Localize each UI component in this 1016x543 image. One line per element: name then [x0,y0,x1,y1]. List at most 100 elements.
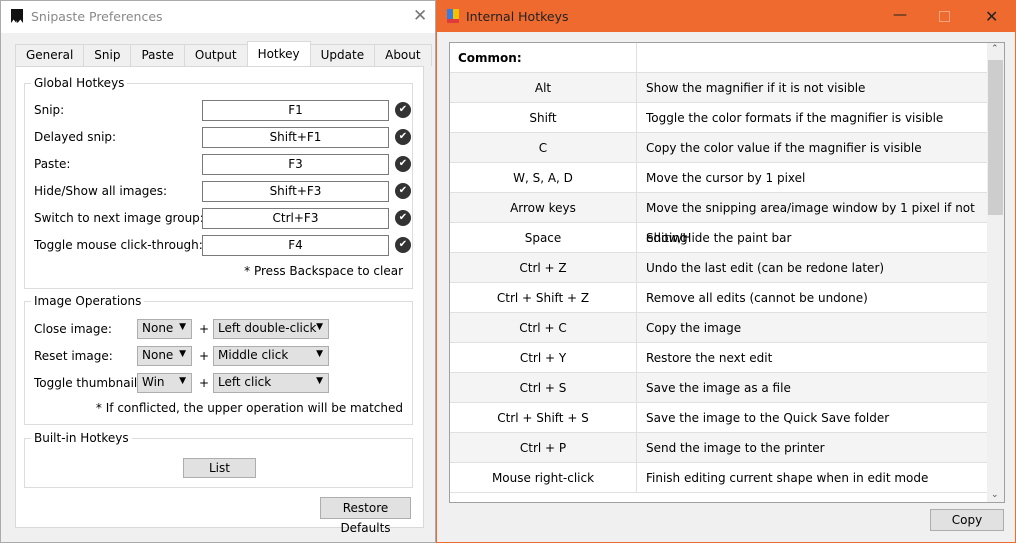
description-cell: Show/Hide the paint bar [646,231,792,245]
close-icon[interactable]: ✕ [413,6,427,26]
tab-output[interactable]: Output [183,44,248,66]
description-cell: Undo the last edit (can be redone later) [646,261,885,275]
hotkey-input[interactable]: Shift+F1 [202,127,389,148]
dropdown-arrow-icon: ▼ [179,376,186,386]
window-title: Snipaste Preferences [31,9,163,24]
hotkey-label: Switch to next image group: [34,211,204,225]
hotkey-cell: Ctrl + C [450,313,637,342]
hotkeys-table: Common: Alt Show the magnifier if it is no… [449,42,1005,503]
tab-hotkey[interactable]: Hotkey [246,41,311,66]
hotkey-cell: Ctrl + P [450,433,637,462]
description-cell: Restore the next edit [646,351,773,365]
title-bar: Snipaste Preferences ✕ [1,1,435,33]
table-row[interactable]: Ctrl + C Copy the image [450,313,988,343]
check-icon: ✔ [395,102,411,118]
description-cell: Move the cursor by 1 pixel [646,171,806,185]
dropdown-arrow-icon: ▼ [316,349,323,359]
hotkey-cell: Ctrl + Shift + S [450,403,637,432]
table-row[interactable]: W, S, A, D Move the cursor by 1 pixel [450,163,988,193]
hotkey-cell: Alt [450,73,637,102]
table-row[interactable]: Ctrl + Z Undo the last edit (can be redon… [450,253,988,283]
dropdown-arrow-icon: ▼ [179,349,186,359]
hotkey-cell: Ctrl + S [450,373,637,402]
window-title: Internal Hotkeys [466,9,569,24]
tab-update[interactable]: Update [309,44,376,66]
table-row[interactable]: Ctrl + Y Restore the next edit [450,343,988,373]
modifier-select[interactable]: None ▼ [137,319,192,339]
selected-value: Middle click [218,348,289,362]
plus-sign: + [199,376,210,390]
hotkey-label: Delayed snip: [34,130,117,144]
internal-hotkeys-window: Internal Hotkeys — ✕ Common: Alt Show the … [436,0,1016,543]
modifier-select[interactable]: None ▼ [137,346,192,366]
section-header: Common: [450,43,637,72]
hotkey-cell: Arrow keys [450,193,637,222]
selected-value: None [142,321,174,335]
hotkey-input[interactable]: F1 [202,100,389,121]
table-row[interactable]: Space Show/Hide the paint bar [450,223,988,253]
operation-label: Reset image: [34,349,113,363]
dropdown-arrow-icon: ▼ [179,322,186,332]
operation-label: Close image: [34,322,112,336]
tab-snip[interactable]: Snip [83,44,132,66]
minimize-icon[interactable]: — [893,7,907,23]
backspace-note: * Press Backspace to clear [244,264,403,278]
scrollbar[interactable]: ⌃ ⌄ [987,43,1004,502]
scrollbar-thumb[interactable] [988,60,1003,215]
close-icon[interactable]: ✕ [985,7,998,26]
action-select[interactable]: Middle click ▼ [213,346,329,366]
selected-value: None [142,348,174,362]
hotkey-label: Toggle mouse click-through: [34,238,203,252]
group-title: Built-in Hotkeys [31,431,132,445]
hotkey-cell: Ctrl + Z [450,253,637,282]
copy-button[interactable]: Copy [930,509,1004,531]
restore-defaults-button[interactable]: Restore Defaults [320,497,411,535]
tab-paste[interactable]: Paste [130,44,185,66]
hotkey-cell: Ctrl + Shift + Z [450,283,637,312]
table-row[interactable]: Alt Show the magnifier if it is not visib… [450,73,988,103]
title-bar: Internal Hotkeys — ✕ [437,1,1015,32]
check-icon: ✔ [395,129,411,145]
hotkey-label: Paste: [34,157,71,171]
list-button[interactable]: List [183,458,256,478]
tab-about[interactable]: About [374,44,432,66]
hotkey-input[interactable]: F4 [202,235,389,256]
table-row[interactable]: Shift Toggle the color formats if the mag… [450,103,988,133]
hotkey-input[interactable]: F3 [202,154,389,175]
hotkey-input[interactable]: Shift+F3 [202,181,389,202]
scroll-up-icon[interactable]: ⌃ [991,44,999,54]
modifier-select[interactable]: Win ▼ [137,373,192,393]
plus-sign: + [199,349,210,363]
table-row[interactable]: Ctrl + Shift + S Save the image to the Qu… [450,403,988,433]
tab-general[interactable]: General [15,44,85,66]
app-logo-icon [11,9,23,23]
check-icon: ✔ [395,210,411,226]
description-cell: Copy the color value if the magnifier is… [646,141,922,155]
maximize-icon[interactable] [939,11,950,22]
scroll-down-icon[interactable]: ⌄ [991,490,999,500]
table-row[interactable]: C Copy the color value if the magnifier i… [450,133,988,163]
conflict-note: * If conflicted, the upper operation wil… [95,401,403,415]
action-select[interactable]: Left double-click ▼ [213,319,329,339]
global-hotkeys-group: Global Hotkeys * Press Backspace to clea… [24,76,413,289]
description-cell: Show the magnifier if it is not visible [646,81,866,95]
check-icon: ✔ [395,237,411,253]
hotkey-panel: Global Hotkeys * Press Backspace to clea… [15,66,424,535]
table-row[interactable]: Ctrl + S Save the image as a file [450,373,988,403]
hotkey-cell: Ctrl + Y [450,343,637,372]
selected-value: Win [142,375,165,389]
image-operations-group: Image Operations * If conflicted, the up… [24,294,413,425]
table-row[interactable]: Ctrl + P Send the image to the printer [450,433,988,463]
table-row[interactable]: Arrow keys Move the snipping area/image w… [450,193,988,245]
description-cell: Toggle the color formats if the magnifie… [646,111,944,125]
check-icon: ✔ [395,156,411,172]
group-title: Image Operations [31,294,145,308]
hotkey-cell: W, S, A, D [450,163,637,192]
hotkey-input[interactable]: Ctrl+F3 [202,208,389,229]
empty-cell [637,43,988,72]
table-row[interactable]: Mouse right-click Finish editing current … [450,463,988,493]
action-select[interactable]: Left click ▼ [213,373,329,393]
description-cell: Save the image as a file [646,381,791,395]
table-row[interactable]: Ctrl + Shift + Z Remove all edits (cannot… [450,283,988,313]
hotkey-cell: Shift [450,103,637,132]
